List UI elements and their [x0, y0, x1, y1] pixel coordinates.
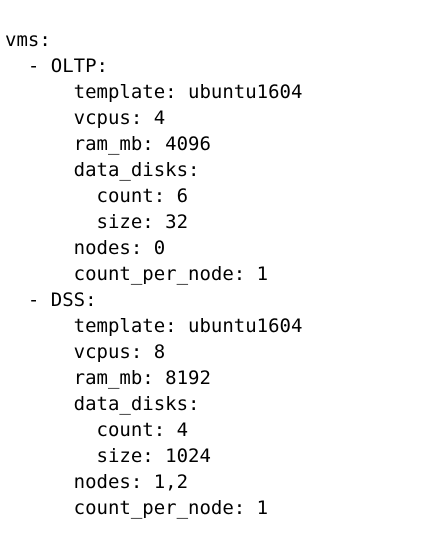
- code-line-oltp-vcpus: vcpus: 4: [5, 107, 166, 129]
- code-line-dss-disk-size: size: 1024: [5, 445, 211, 467]
- code-line-dss-template: template: ubuntu1604: [5, 315, 303, 337]
- code-line-dss-vcpus: vcpus: 8: [5, 341, 166, 363]
- code-line-oltp-item: - OLTP:: [5, 55, 108, 77]
- code-line-dss-item: - DSS:: [5, 289, 97, 311]
- code-line-dss-count-per-node: count_per_node: 1: [5, 497, 269, 519]
- code-line-dss-disk-count: count: 4: [5, 419, 189, 441]
- code-line-oltp-disk-count: count: 6: [5, 185, 189, 207]
- code-line-oltp-count-per-node: count_per_node: 1: [5, 263, 269, 285]
- code-line-oltp-disk-size: size: 32: [5, 211, 189, 233]
- code-line-dss-ram: ram_mb: 8192: [5, 367, 211, 389]
- yaml-code-block: vms: - OLTP: template: ubuntu1604 vcpus:…: [5, 27, 302, 521]
- code-line-oltp-ram: ram_mb: 4096: [5, 133, 211, 155]
- code-line-dss-nodes: nodes: 1,2: [5, 471, 189, 493]
- code-editor[interactable]: vms: - OLTP: template: ubuntu1604 vcpus:…: [0, 0, 422, 536]
- code-line-vms-key: vms:: [5, 29, 51, 51]
- code-line-oltp-data-disks: data_disks:: [5, 159, 200, 181]
- code-line-dss-data-disks: data_disks:: [5, 393, 200, 415]
- code-line-oltp-template: template: ubuntu1604: [5, 81, 303, 103]
- code-line-oltp-nodes: nodes: 0: [5, 237, 166, 259]
